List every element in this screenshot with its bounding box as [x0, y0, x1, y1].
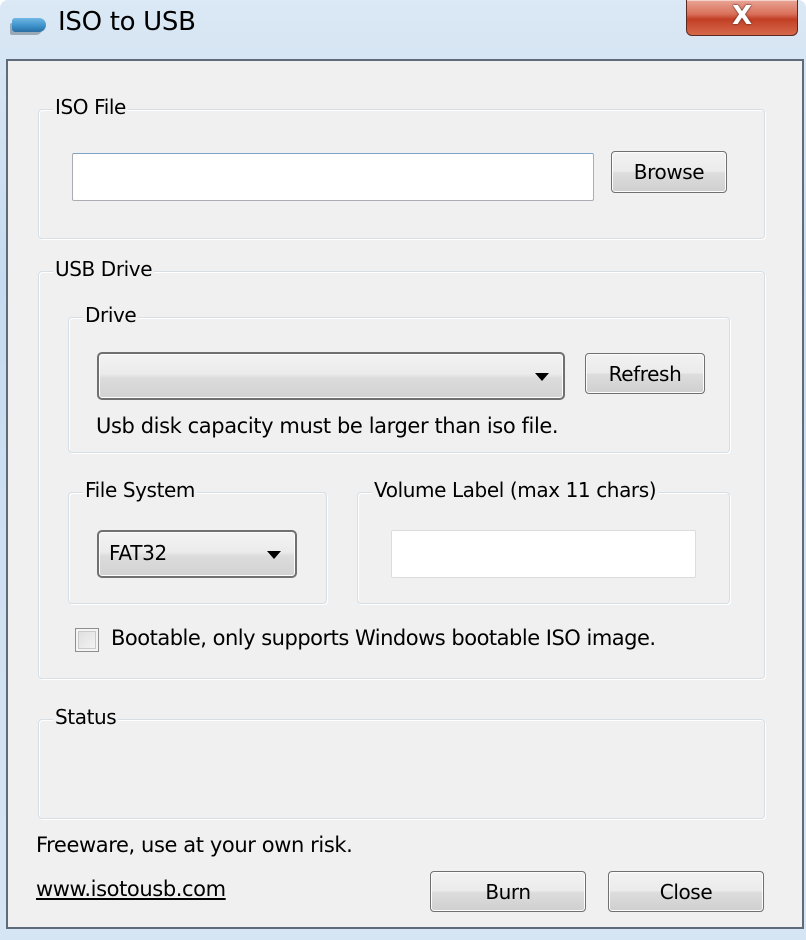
file-system-select-value: FAT32: [109, 541, 167, 565]
drive-group-label: Drive: [83, 302, 139, 328]
usb-drive-group-label: USB Drive: [53, 256, 155, 282]
file-system-group: File System FAT32: [68, 477, 327, 604]
website-link[interactable]: www.isotousb.com: [36, 877, 226, 901]
iso-path-input[interactable]: [73, 154, 593, 200]
iso-file-group-label: ISO File: [53, 94, 128, 120]
window-title: ISO to USB: [58, 7, 196, 37]
browse-button[interactable]: Browse: [611, 151, 727, 193]
window-frame: ISO to USB X ISO File Browse USB Drive D…: [0, 0, 806, 940]
window-close-button[interactable]: X: [686, 0, 798, 36]
chevron-down-icon: [535, 373, 549, 381]
drive-group: Drive Refresh Usb disk capacity must be …: [68, 302, 730, 453]
close-icon: X: [731, 0, 753, 31]
drive-select[interactable]: [97, 352, 565, 400]
volume-label-group: Volume Label (max 11 chars): [357, 477, 730, 604]
file-system-group-label: File System: [83, 477, 198, 503]
usb-drive-icon: [12, 18, 46, 32]
dialog-client-area: ISO File Browse USB Drive Drive Refresh …: [6, 59, 804, 929]
volume-label-group-label: Volume Label (max 11 chars): [372, 477, 659, 503]
refresh-button[interactable]: Refresh: [585, 353, 705, 394]
chevron-down-icon: [267, 551, 281, 559]
volume-label-input-box[interactable]: [391, 530, 696, 578]
volume-label-input[interactable]: [392, 531, 695, 577]
status-group-label: Status: [53, 704, 119, 730]
file-system-select[interactable]: FAT32: [97, 530, 297, 578]
burn-button[interactable]: Burn: [430, 871, 586, 912]
iso-file-group: ISO File Browse: [38, 94, 765, 239]
drive-capacity-hint: Usb disk capacity must be larger than is…: [96, 414, 559, 438]
iso-path-input-box[interactable]: [72, 153, 594, 201]
title-bar[interactable]: ISO to USB X: [0, 0, 806, 50]
bootable-checkbox[interactable]: [75, 628, 99, 652]
freeware-disclaimer: Freeware, use at your own risk.: [36, 833, 353, 857]
usb-drive-group: USB Drive Drive Refresh Usb disk capacit…: [38, 256, 765, 679]
status-group: Status: [38, 704, 765, 819]
bootable-checkbox-label[interactable]: Bootable, only supports Windows bootable…: [111, 626, 656, 650]
close-button[interactable]: Close: [608, 871, 764, 912]
